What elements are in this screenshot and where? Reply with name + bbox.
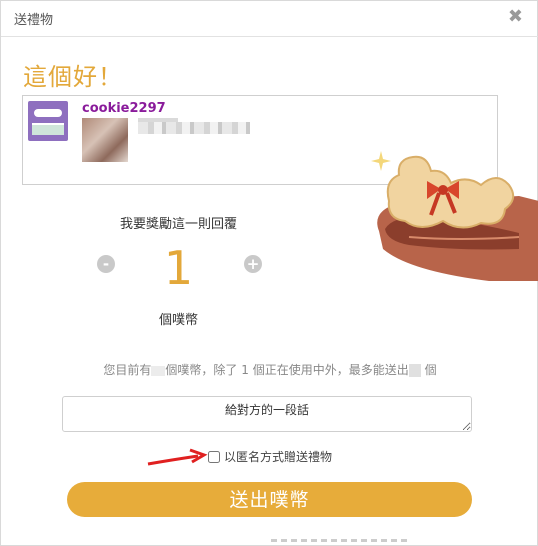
footer-divider (271, 539, 411, 542)
info-text-3: 個正在使用中外，最多能送出 (252, 363, 409, 377)
balance-info: 您目前有 個噗幣，除了 1 個正在使用中外，最多能送出 個 (1, 361, 538, 378)
avatar (28, 101, 68, 141)
close-icon[interactable]: ✖ (508, 6, 523, 27)
page-title: 這個好！ (23, 63, 123, 91)
in-use-count: 1 (241, 363, 249, 377)
anonymous-label: 以匿名方式贈送禮物 (224, 450, 333, 464)
dialog-title: 送禮物 (14, 13, 54, 28)
red-arrow-annotation (147, 448, 208, 466)
balance-redacted (151, 365, 166, 376)
gift-dialog: 送禮物 ✖ 這個好！ cookie2297 我要獎勵這一則回覆 - 1 + 個噗… (0, 0, 538, 546)
avatar-band-shape (32, 123, 64, 135)
max-redacted (408, 364, 421, 377)
mascot-illustration (371, 151, 538, 281)
decrement-button[interactable]: - (97, 255, 115, 273)
send-coins-button[interactable]: 送出噗幣 (67, 482, 472, 517)
dialog-titlebar: 送禮物 ✖ (1, 1, 538, 37)
reply-text-redacted (138, 122, 250, 134)
anonymous-checkbox[interactable] (208, 450, 220, 463)
message-field[interactable] (62, 396, 472, 432)
info-text-2: 個噗幣，除了 (165, 363, 238, 377)
gift-prompt: 我要獎勵這一則回覆 (119, 217, 237, 232)
coin-count: 1 (163, 241, 194, 295)
info-text-4: 個 (424, 363, 437, 377)
avatar-mask-shape (34, 109, 62, 117)
anonymous-option[interactable]: 以匿名方式贈送禮物 (208, 448, 332, 465)
info-text-1: 您目前有 (103, 363, 152, 377)
coin-counter: - 1 + (1, 241, 356, 295)
reply-thumbnail (82, 118, 128, 162)
increment-button[interactable]: + (244, 255, 262, 273)
username-link[interactable]: cookie2297 (82, 101, 166, 116)
coin-unit-label: 個噗幣 (158, 313, 198, 328)
